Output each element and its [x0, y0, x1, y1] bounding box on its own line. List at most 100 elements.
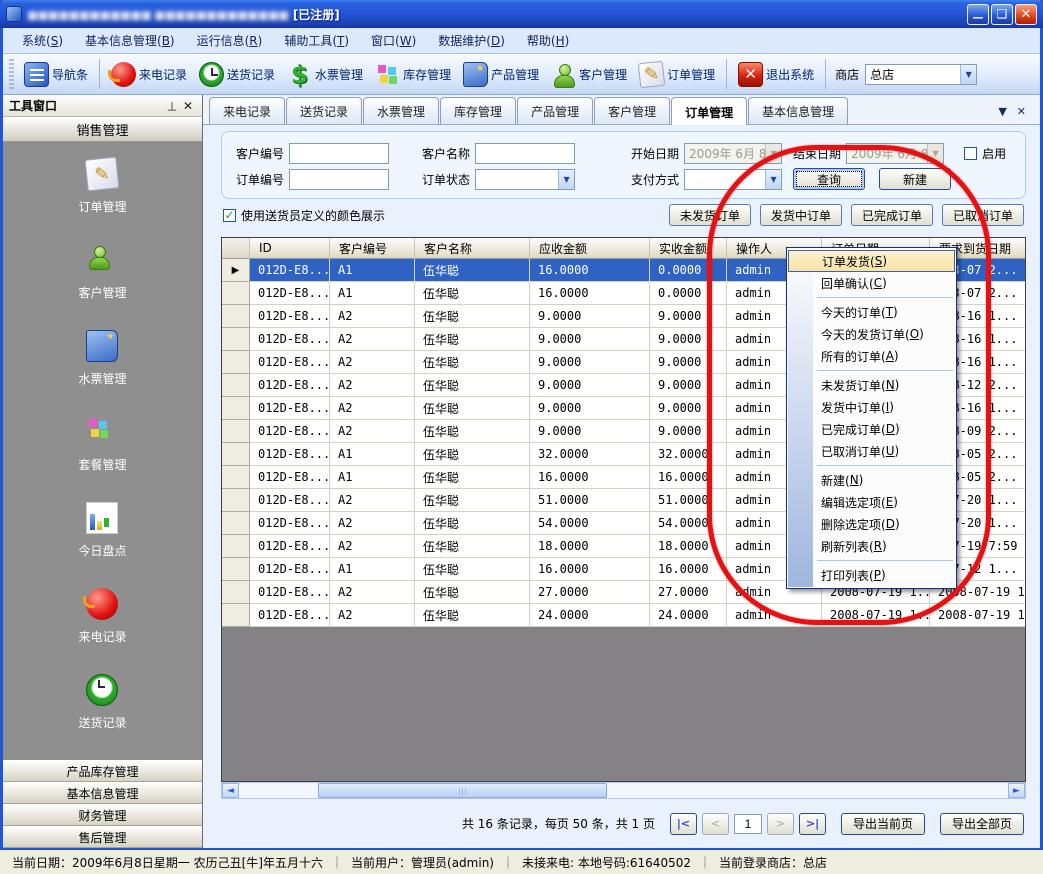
- row-selector-cell[interactable]: [222, 397, 250, 420]
- context-menu-item-N[interactable]: 未发货订单(N): [787, 374, 956, 396]
- row-selector-cell[interactable]: [222, 512, 250, 535]
- maximize-button[interactable]: [991, 4, 1013, 25]
- export-all-pages-button[interactable]: 导出全部页: [940, 813, 1024, 835]
- order-status-select[interactable]: ▼: [475, 169, 575, 190]
- context-menu-item-T[interactable]: 今天的订单(T): [787, 301, 956, 323]
- table-row[interactable]: 012D-E8...A2伍华聪24.000024.0000admin2008-0…: [222, 604, 1026, 627]
- page-number-input[interactable]: [734, 814, 762, 834]
- toolbar-button-water[interactable]: 水票管理: [281, 60, 369, 89]
- row-selector-cell[interactable]: [222, 466, 250, 489]
- query-button[interactable]: 查询: [793, 168, 865, 190]
- sidebar-item-chart[interactable]: 今日盘点: [78, 502, 126, 588]
- row-selector-cell[interactable]: [222, 374, 250, 397]
- row-selector-cell[interactable]: [222, 558, 250, 581]
- color-display-checkbox[interactable]: 使用送货员定义的颜色展示: [223, 207, 385, 224]
- pin-icon[interactable]: ⊤: [164, 99, 180, 113]
- scrollbar-thumb[interactable]: [318, 783, 607, 798]
- sidebar-item-delivery[interactable]: 送货记录: [78, 674, 126, 760]
- column-header[interactable]: 实收金额: [650, 238, 727, 259]
- toolbar-button-order[interactable]: 订单管理: [633, 60, 721, 89]
- column-header[interactable]: 客户编号: [330, 238, 415, 259]
- scroll-right-icon[interactable]: ►: [1008, 783, 1025, 798]
- tab-水票管理[interactable]: 水票管理: [363, 97, 439, 124]
- payment-select[interactable]: ▼: [684, 169, 782, 190]
- column-header[interactable]: ID: [250, 238, 330, 259]
- context-menu-item-S[interactable]: 订单发货(S): [788, 250, 955, 272]
- menubar-item-R[interactable]: 运行信息(R): [186, 29, 274, 52]
- context-menu-item-E[interactable]: 编辑选定项(E): [787, 491, 956, 513]
- tab-list-dropdown-icon[interactable]: ▼: [998, 105, 1006, 118]
- row-selector-cell[interactable]: [222, 420, 250, 443]
- order-filter-button[interactable]: 已完成订单: [851, 204, 933, 226]
- row-selector-cell[interactable]: [222, 305, 250, 328]
- tab-库存管理[interactable]: 库存管理: [440, 97, 516, 124]
- context-menu-item-O[interactable]: 今天的发货订单(O): [787, 323, 956, 345]
- toolbar-button-customer[interactable]: 客户管理: [545, 60, 633, 89]
- toolbar-button-call[interactable]: 来电记录: [105, 60, 193, 89]
- close-button[interactable]: [1015, 4, 1037, 25]
- tab-客户管理[interactable]: 客户管理: [594, 97, 670, 124]
- sidebar-panel[interactable]: 财务管理: [3, 804, 202, 826]
- column-header[interactable]: 客户名称: [415, 238, 530, 259]
- sidebar-group-header[interactable]: 销售管理: [3, 117, 202, 142]
- tab-来电记录[interactable]: 来电记录: [209, 97, 285, 124]
- chevron-down-icon[interactable]: ▼: [558, 170, 574, 189]
- column-header[interactable]: 应收金额: [530, 238, 650, 259]
- shop-select[interactable]: 总店 ▼: [865, 64, 977, 85]
- order-filter-button[interactable]: 发货中订单: [760, 204, 842, 226]
- order-no-input[interactable]: [289, 169, 389, 190]
- context-menu-item-R[interactable]: 刷新列表(R): [787, 535, 956, 557]
- menubar-item-H[interactable]: 帮助(H): [516, 29, 580, 52]
- last-page-button[interactable]: >|: [799, 813, 826, 835]
- tab-close-icon[interactable]: ✕: [1017, 105, 1026, 118]
- prev-page-button[interactable]: <: [702, 813, 729, 835]
- export-current-page-button[interactable]: 导出当前页: [841, 813, 925, 835]
- menubar-item-S[interactable]: 系统(S): [11, 29, 74, 52]
- row-selector-cell[interactable]: [222, 351, 250, 374]
- minimize-button[interactable]: [967, 4, 989, 25]
- sidebar-panel[interactable]: 售后管理: [3, 826, 202, 848]
- context-menu-item-C[interactable]: 回单确认(C): [787, 272, 956, 294]
- toolbar-button-exit[interactable]: 退出系统: [732, 60, 820, 89]
- menubar-item-W[interactable]: 窗口(W): [360, 29, 427, 52]
- sidebar-panel[interactable]: 基本信息管理: [3, 782, 202, 804]
- first-page-button[interactable]: |<: [670, 813, 697, 835]
- toolbar-button-navigator[interactable]: 导航条: [18, 60, 94, 89]
- sidebar-item-product[interactable]: 水票管理: [78, 330, 126, 416]
- row-selector-cell[interactable]: [222, 581, 250, 604]
- enable-date-checkbox[interactable]: 启用: [964, 145, 1006, 162]
- sidebar-item-customer[interactable]: 客户管理: [78, 244, 126, 330]
- toolbar-button-delivery[interactable]: 送货记录: [193, 60, 281, 89]
- row-selector-cell[interactable]: [222, 604, 250, 627]
- toolbar-grip[interactable]: [9, 59, 14, 89]
- sidebar-item-inventory[interactable]: 套餐管理: [78, 416, 126, 502]
- row-selector-cell[interactable]: [222, 489, 250, 512]
- customer-name-input[interactable]: [475, 143, 575, 164]
- context-menu-item-A[interactable]: 所有的订单(A): [787, 345, 956, 367]
- menubar-item-B[interactable]: 基本信息管理(B): [74, 29, 186, 52]
- row-selector-cell[interactable]: ▶: [222, 259, 250, 282]
- order-filter-button[interactable]: 已取消订单: [942, 204, 1024, 226]
- chevron-down-icon[interactable]: ▼: [765, 170, 781, 189]
- context-menu-item-I[interactable]: 发货中订单(I): [787, 396, 956, 418]
- row-selector-cell[interactable]: [222, 328, 250, 351]
- context-menu-item-D[interactable]: 已完成订单(D): [787, 418, 956, 440]
- tab-产品管理[interactable]: 产品管理: [517, 97, 593, 124]
- context-menu-item-U[interactable]: 已取消订单(U): [787, 440, 956, 462]
- tab-订单管理[interactable]: 订单管理: [671, 97, 747, 125]
- context-menu-item-D[interactable]: 删除选定项(D): [787, 513, 956, 535]
- toolbar-button-product[interactable]: 产品管理: [457, 60, 545, 89]
- close-icon[interactable]: ✕: [180, 99, 196, 113]
- horizontal-scrollbar[interactable]: ◄ ►: [221, 782, 1026, 799]
- chevron-down-icon[interactable]: ▼: [960, 65, 976, 84]
- row-selector-cell[interactable]: [222, 535, 250, 558]
- sidebar-panel[interactable]: 产品库存管理: [3, 760, 202, 782]
- new-button[interactable]: 新建: [879, 168, 951, 190]
- context-menu-item-P[interactable]: 打印列表(P): [787, 564, 956, 586]
- tab-基本信息管理[interactable]: 基本信息管理: [748, 97, 848, 124]
- next-page-button[interactable]: >: [767, 813, 794, 835]
- context-menu-item-N[interactable]: 新建(N): [787, 469, 956, 491]
- toolbar-button-inventory[interactable]: 库存管理: [369, 60, 457, 89]
- sidebar-item-order[interactable]: 订单管理: [78, 158, 126, 244]
- customer-no-input[interactable]: [289, 143, 389, 164]
